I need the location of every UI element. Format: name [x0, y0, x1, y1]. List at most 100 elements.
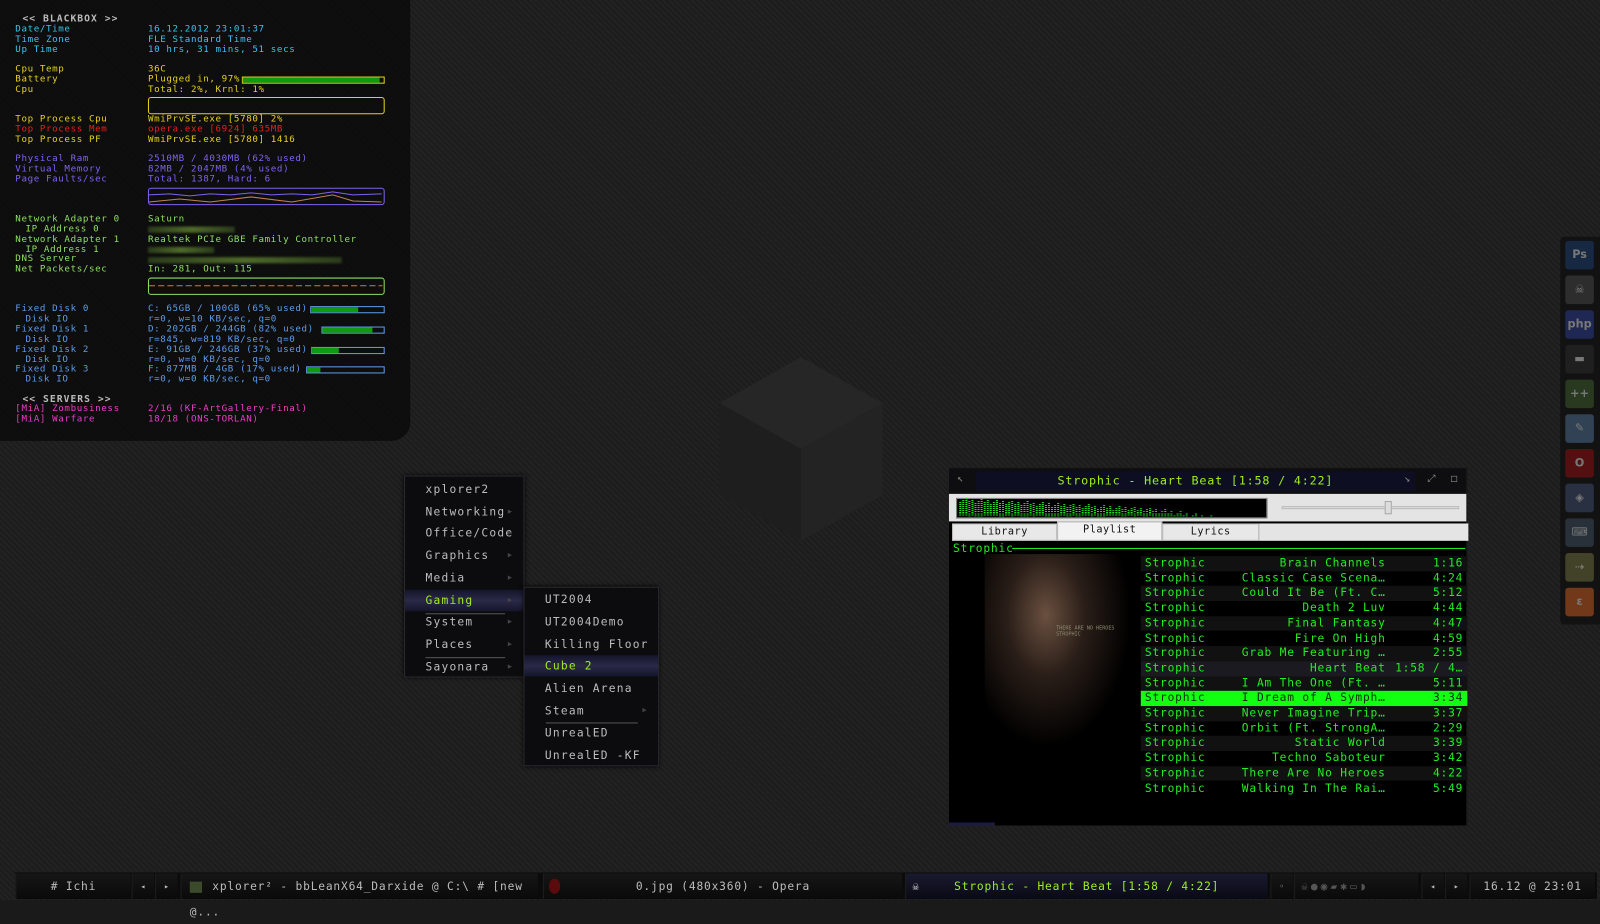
opera-icon[interactable]: O	[1565, 448, 1594, 478]
spectrum-bar	[1170, 511, 1173, 517]
submenu-item[interactable]: Steam ▶	[524, 700, 658, 721]
playlist-row[interactable]: Strophic Classic Case Scena… 4:24	[1141, 571, 1468, 586]
tray-prev-button[interactable]: ◂	[1421, 873, 1444, 899]
playlist-row[interactable]: Strophic Walking In The Rai… 5:49	[1141, 781, 1468, 796]
spectrum-bar	[1093, 505, 1096, 517]
playlist-row[interactable]: Strophic Never Imagine Trip… 3:37	[1140, 706, 1468, 722]
submenu-item[interactable]: Cube 2	[524, 655, 659, 677]
playlist-row[interactable]: Strophic I Dream of A Symph… 3:34	[1140, 691, 1468, 707]
monitor-label: Fixed Disk 0	[15, 304, 90, 315]
menu-item-label: Media	[425, 571, 466, 585]
spectrum-bar	[1210, 514, 1213, 517]
workspace-label[interactable]: # Ichi	[15, 873, 131, 899]
notepad-icon[interactable]: ✎	[1565, 414, 1594, 443]
playlist-row[interactable]: Strophic I Am The One (Ft. … 5:11	[1140, 676, 1468, 692]
tab-library[interactable]: Library	[952, 523, 1058, 541]
tab-playlist[interactable]: Playlist	[1057, 521, 1163, 541]
playlist-row[interactable]: Strophic Heart Beat 1:58 / 4…	[1140, 661, 1468, 677]
virtualbox-icon[interactable]: ◈	[1565, 483, 1594, 513]
monitor-value: Saturn	[147, 214, 185, 225]
foobar-icon[interactable]: ☠	[1565, 275, 1594, 305]
menu-item[interactable]: Graphics ▶	[405, 545, 523, 566]
submenu-item[interactable]: Alien Arena	[524, 678, 658, 699]
spectrum-bar	[962, 500, 965, 517]
monitor-value: C: 65GB / 100GB (65% used)	[147, 304, 308, 315]
monitor-label: Fixed Disk 1	[15, 324, 90, 335]
network-icon[interactable]: ⌨	[1565, 518, 1594, 547]
tray-toggle[interactable]: ◦	[1270, 873, 1293, 899]
now-playing-widget[interactable]: ☠ Strophic - Heart Beat [1:58 / 4:22]	[905, 873, 1268, 899]
menu-item[interactable]: xplorer2	[405, 479, 523, 500]
expand-icon[interactable]: ⤢	[1428, 473, 1436, 484]
spectrum-bar	[1075, 506, 1078, 517]
playlist-row[interactable]: Strophic Could It Be (Ft. C… 5:12	[1140, 586, 1468, 602]
spectrum-bar	[1109, 506, 1112, 517]
task-opera[interactable]: 0.jpg (480x360) - Opera	[542, 873, 903, 899]
menu-item[interactable]: System ▶	[405, 611, 523, 632]
minimize-icon[interactable]: ↘	[1404, 473, 1410, 484]
workspace-next-button[interactable]: ▸	[155, 873, 178, 899]
menu-item[interactable]: Office/Code ▶	[405, 523, 523, 544]
track-duration: 4:24	[1432, 571, 1464, 585]
menu-item-label: UnrealED	[544, 726, 609, 740]
submenu-item[interactable]: UnrealED	[524, 722, 658, 743]
playlist-row[interactable]: Strophic Brain Channels 1:16	[1140, 556, 1468, 572]
submenu-item[interactable]: UnrealED -KF	[524, 744, 658, 765]
spectrum-bar	[1081, 508, 1084, 517]
spectrum-bar	[1142, 511, 1145, 517]
spectrum-bar	[1035, 505, 1038, 517]
track-duration: 3:37	[1432, 706, 1464, 720]
php-icon[interactable]: php	[1565, 310, 1594, 339]
clock[interactable]: 16.12 @ 23:01	[1469, 873, 1595, 899]
menu-item[interactable]: Media ▶	[405, 567, 523, 588]
folder-icon[interactable]: ▬	[1565, 344, 1594, 374]
menu-item-label: System	[425, 615, 474, 629]
task-xplorer[interactable]: xplorer² - bbLeanX64_Darxide @ C:\ # [ne…	[180, 873, 538, 918]
playlist-row[interactable]: Strophic Techno Saboteur 3:42	[1141, 751, 1468, 766]
volume-slider[interactable]	[1281, 501, 1460, 515]
notepad-plus-plus-icon[interactable]: ++	[1565, 379, 1594, 409]
playlist-row[interactable]: Strophic Static World 3:39	[1140, 736, 1468, 752]
playlist-row[interactable]: Strophic Orbit (Ft. StrongA… 2:29	[1141, 721, 1468, 736]
submenu-item[interactable]: UT2004	[524, 589, 658, 610]
playlist-panel: Strophic THERE ARE NO HEROES STROPHIC St…	[948, 541, 1468, 826]
tab-lyrics[interactable]: Lyrics	[1162, 523, 1260, 541]
tray-next-button[interactable]: ▸	[1444, 873, 1468, 899]
submenu-item[interactable]: Killing Floor	[524, 633, 658, 654]
monitor-value: opera.exe [6924] 635MB	[147, 124, 284, 135]
spectrum-bar	[1127, 510, 1130, 517]
workspace-prev-button[interactable]: ◂	[131, 873, 155, 899]
file-transfer-icon[interactable]: ⇢	[1565, 553, 1594, 582]
track-duration: 5:49	[1432, 781, 1464, 795]
monitor-value: WmiPrvSE.exe [5780] 2%	[147, 114, 284, 125]
task-label: xplorer² - bbLeanX64_Darxide @ C:\ # [ne…	[189, 879, 523, 919]
xampp-icon[interactable]: ε	[1565, 587, 1594, 617]
playlist-row[interactable]: Strophic Death 2 Luv 4:44	[1141, 601, 1468, 616]
menu-item[interactable]: Networking ▶	[405, 501, 523, 522]
player-titlebar[interactable]: ↖ Strophic - Heart Beat [1:58 / 4:22] ↘ …	[948, 468, 1467, 494]
tray-icons[interactable]: ☠●◉▰✱▭◗	[1301, 880, 1370, 893]
system-tray[interactable]: ☠●◉▰✱▭◗	[1293, 873, 1419, 899]
collapse-icon[interactable]: ↖	[957, 473, 963, 484]
spectrum-bar	[1011, 500, 1014, 517]
menu-item[interactable]: Places ▶	[405, 634, 523, 655]
disk-usage-bar	[311, 346, 385, 355]
spectrum-bar	[1194, 513, 1197, 517]
spectrum-bar	[1115, 507, 1118, 517]
menu-item[interactable]: Gaming ▶	[405, 589, 524, 611]
monitor-value: E: 91GB / 246GB (37% used)	[147, 344, 308, 356]
submenu-item[interactable]: UT2004Demo	[524, 611, 658, 632]
submenu-arrow-icon: ▶	[507, 639, 514, 648]
playlist-row[interactable]: Strophic Fire On High 4:59	[1141, 631, 1468, 646]
scrollbar[interactable]	[948, 822, 995, 826]
menu-item[interactable]: Sayonara ▶	[405, 656, 523, 677]
submenu-arrow-icon: ▶	[507, 573, 514, 582]
maximize-icon[interactable]: □	[1451, 473, 1457, 484]
playlist-row[interactable]: Strophic There Are No Heroes 4:22	[1140, 766, 1468, 782]
cube-wallpaper-logo	[719, 357, 883, 541]
playlist-row[interactable]: Strophic Grab Me Featuring … 2:55	[1140, 646, 1468, 662]
ip-address-1-redacted	[147, 246, 215, 254]
volume-slider-thumb[interactable]	[1384, 501, 1393, 515]
playlist-row[interactable]: Strophic Final Fantasy 4:47	[1140, 616, 1468, 632]
photoshop-icon[interactable]: Ps	[1565, 240, 1594, 270]
